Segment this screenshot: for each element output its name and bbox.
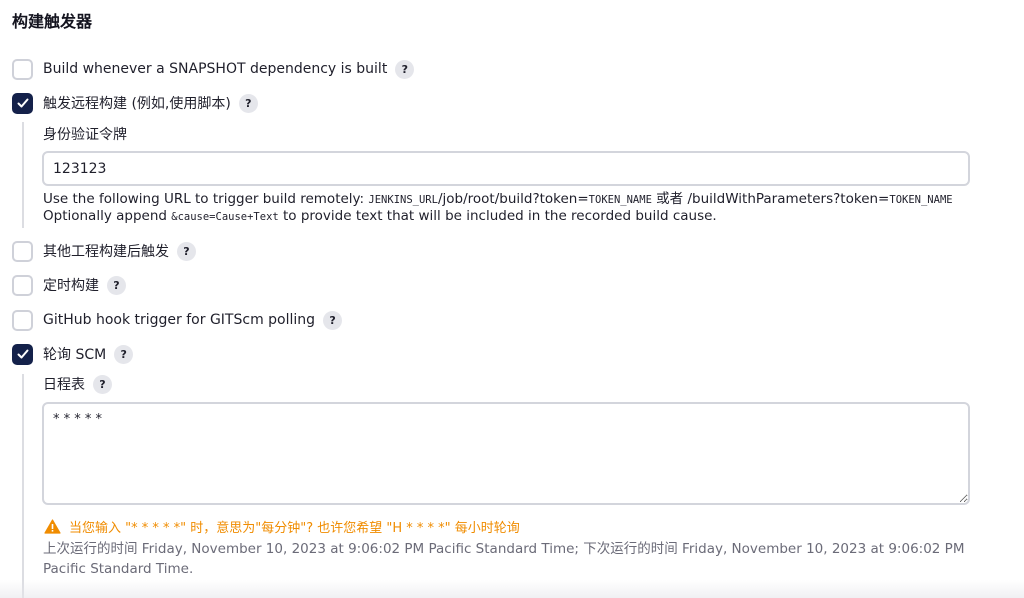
desc-code: TOKEN_NAME: [889, 194, 953, 206]
desc-text: /job/root/build?token=: [437, 191, 589, 207]
check-icon: [17, 349, 28, 359]
help-icon[interactable]: ?: [395, 59, 415, 79]
help-icon[interactable]: ?: [177, 241, 196, 261]
help-icon[interactable]: ?: [93, 374, 112, 394]
remote-cause-description: Optionally append &cause=Cause+Text to p…: [43, 208, 717, 224]
check-icon: [17, 98, 28, 108]
github-hook-label[interactable]: GitHub hook trigger for GITScm polling: [43, 312, 315, 328]
github-hook-checkbox[interactable]: [12, 309, 33, 331]
remote-trigger-checkbox[interactable]: [12, 92, 33, 114]
snapshot-checkbox[interactable]: [12, 58, 33, 80]
desc-text: 或者 /buildWithParameters?token=: [651, 191, 890, 207]
warning-icon: [44, 519, 61, 534]
schedule-warning: 当您输入 "* * * * *" 时，意思为"每分钟"? 也许您希望 "H * …: [44, 517, 520, 536]
trigger-remote: 触发远程构建 (例如,使用脚本) ?: [12, 92, 258, 114]
desc-code: TOKEN_NAME: [588, 194, 652, 206]
schedule-label: 日程表: [43, 377, 85, 393]
help-icon[interactable]: ?: [114, 344, 134, 364]
bottom-fade: [0, 580, 1024, 598]
help-icon[interactable]: ?: [323, 310, 343, 330]
token-label: 身份验证令牌: [43, 127, 127, 143]
desc-text: to provide text that will be included in…: [278, 208, 717, 224]
desc-text: Use the following URL to trigger build r…: [43, 191, 369, 207]
trigger-periodic: 定时构建 ?: [12, 274, 126, 296]
desc-code: JENKINS_URL: [368, 194, 438, 206]
schedule-label-row: 日程表 ?: [43, 374, 112, 394]
schedule-textarea[interactable]: [42, 402, 970, 505]
poll-scm-label[interactable]: 轮询 SCM: [43, 344, 106, 364]
trigger-other-project: 其他工程构建后触发 ?: [12, 240, 196, 262]
poll-scm-checkbox[interactable]: [12, 343, 33, 365]
other-project-checkbox[interactable]: [12, 240, 33, 262]
snapshot-label[interactable]: Build whenever a SNAPSHOT dependency is …: [43, 61, 387, 77]
trigger-poll-scm: 轮询 SCM ?: [12, 343, 134, 365]
periodic-build-label[interactable]: 定时构建: [43, 275, 99, 295]
token-input[interactable]: [42, 151, 970, 186]
nested-indent-line: [22, 374, 24, 598]
section-title: 构建触发器: [12, 12, 93, 31]
nested-indent-line: [22, 122, 24, 228]
periodic-build-checkbox[interactable]: [12, 274, 33, 296]
help-icon[interactable]: ?: [107, 275, 126, 295]
trigger-snapshot: Build whenever a SNAPSHOT dependency is …: [12, 58, 415, 80]
warning-text: 当您输入 "* * * * *" 时，意思为"每分钟"? 也许您希望 "H * …: [69, 521, 520, 536]
remote-trigger-label[interactable]: 触发远程构建 (例如,使用脚本): [43, 93, 231, 113]
help-icon[interactable]: ?: [238, 93, 258, 113]
desc-code: &cause=Cause+Text: [171, 211, 279, 223]
trigger-github-hook: GitHub hook trigger for GITScm polling ?: [12, 309, 343, 331]
schedule-run-info: 上次运行的时间 Friday, November 10, 2023 at 9:0…: [43, 541, 965, 577]
other-project-label[interactable]: 其他工程构建后触发: [43, 241, 169, 261]
remote-url-description: Use the following URL to trigger build r…: [43, 187, 953, 207]
desc-text: Optionally append: [43, 208, 172, 224]
